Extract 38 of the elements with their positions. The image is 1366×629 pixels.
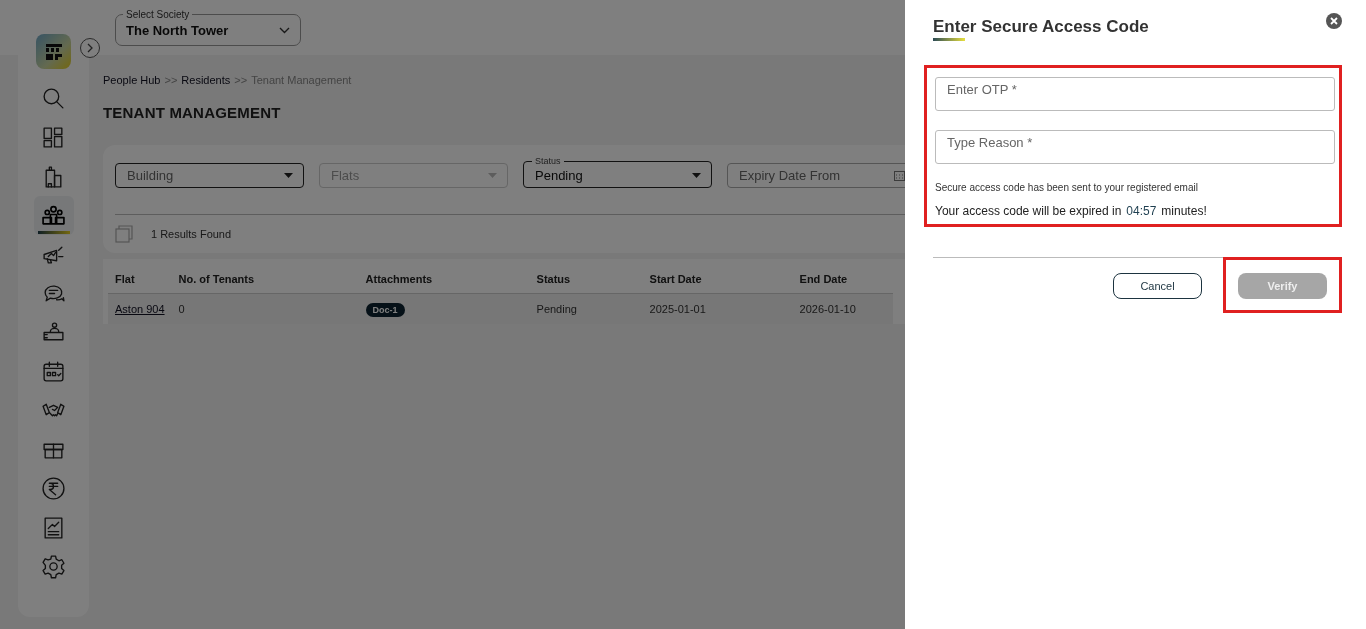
results-count: 1 Results Found	[151, 228, 232, 240]
society-select[interactable]: Select Society The North Tower	[115, 9, 301, 46]
close-icon[interactable]	[1326, 13, 1342, 29]
expand-toggle-icon[interactable]	[80, 38, 100, 58]
countdown-timer: 04:57	[1126, 204, 1157, 218]
document-badge[interactable]: Doc-1	[365, 303, 405, 317]
column-header: Attachments	[358, 265, 530, 294]
people-icon[interactable]	[33, 196, 74, 235]
table-cell: 0	[171, 293, 359, 324]
column-header: Flat	[108, 265, 172, 294]
table-cell: 2025-01-01	[642, 293, 793, 324]
input-field[interactable]: Enter OTP *	[935, 77, 1335, 111]
breadcrumb-separator: >>	[164, 74, 178, 86]
column-header: Start Date	[642, 265, 793, 294]
breadcrumb-link[interactable]: People Hub	[103, 74, 161, 86]
table-cell: 2026-01-10	[792, 293, 893, 324]
dropdown-arrow-icon	[284, 173, 293, 178]
table-cell: Pending	[529, 293, 643, 324]
info-text: Secure access code has been sent to your registered email	[935, 182, 1199, 193]
breadcrumb-separator: >>	[234, 74, 248, 86]
calendar-icon	[894, 170, 905, 181]
dropdown-arrow-icon	[488, 173, 497, 178]
filter-select[interactable]: Status Pending	[523, 157, 712, 188]
filter-select[interactable]: Building	[115, 163, 304, 188]
dropdown-arrow-icon	[692, 173, 701, 178]
expiry-text: minutes!	[1161, 204, 1207, 218]
chevron-down-icon	[279, 27, 290, 34]
title-underline	[933, 38, 965, 41]
expiry-text: Your access code will be expired in	[935, 204, 1122, 218]
column-header: Status	[529, 265, 643, 294]
logo-icon[interactable]	[36, 34, 71, 69]
column-header: No. of Tenants	[171, 265, 359, 294]
drawer-title: Enter Secure Access Code	[933, 17, 1149, 37]
page-title: TENANT MANAGEMENT	[103, 104, 282, 121]
cancel-button[interactable]: Cancel	[1113, 273, 1202, 299]
column-header: End Date	[792, 265, 893, 294]
breadcrumb-link[interactable]: Residents	[181, 74, 231, 86]
input-field[interactable]: Type Reason *	[935, 130, 1335, 164]
